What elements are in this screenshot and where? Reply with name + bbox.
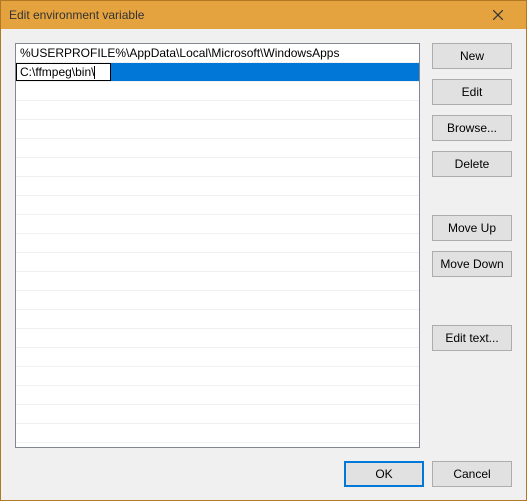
inline-edit-input[interactable]: C:\ffmpeg\bin\ [16, 63, 111, 81]
close-button[interactable] [478, 4, 518, 26]
button-column: New Edit Browse... Delete Move Up Move D… [432, 43, 512, 448]
edit-text-button[interactable]: Edit text... [432, 325, 512, 351]
ok-button[interactable]: OK [344, 461, 424, 487]
cancel-button[interactable]: Cancel [432, 461, 512, 487]
list-empty-rows[interactable] [16, 82, 419, 447]
text-caret [94, 66, 95, 79]
path-list[interactable]: %USERPROFILE%\AppData\Local\Microsoft\Wi… [15, 43, 420, 448]
list-item-editing[interactable]: C:\ffmpeg\bin\ [16, 63, 419, 82]
dialog-footer: OK Cancel [15, 448, 512, 488]
client-area: %USERPROFILE%\AppData\Local\Microsoft\Wi… [1, 29, 526, 500]
main-area: %USERPROFILE%\AppData\Local\Microsoft\Wi… [15, 43, 512, 448]
move-down-button[interactable]: Move Down [432, 251, 512, 277]
move-up-button[interactable]: Move Up [432, 215, 512, 241]
window-title: Edit environment variable [9, 8, 478, 22]
list-item[interactable]: %USERPROFILE%\AppData\Local\Microsoft\Wi… [16, 44, 419, 63]
close-icon [493, 10, 503, 20]
edit-button[interactable]: Edit [432, 79, 512, 105]
titlebar[interactable]: Edit environment variable [1, 1, 526, 29]
dialog-window: Edit environment variable %USERPROFILE%\… [0, 0, 527, 501]
delete-button[interactable]: Delete [432, 151, 512, 177]
browse-button[interactable]: Browse... [432, 115, 512, 141]
new-button[interactable]: New [432, 43, 512, 69]
inline-edit-value: C:\ffmpeg\bin\ [20, 63, 94, 82]
